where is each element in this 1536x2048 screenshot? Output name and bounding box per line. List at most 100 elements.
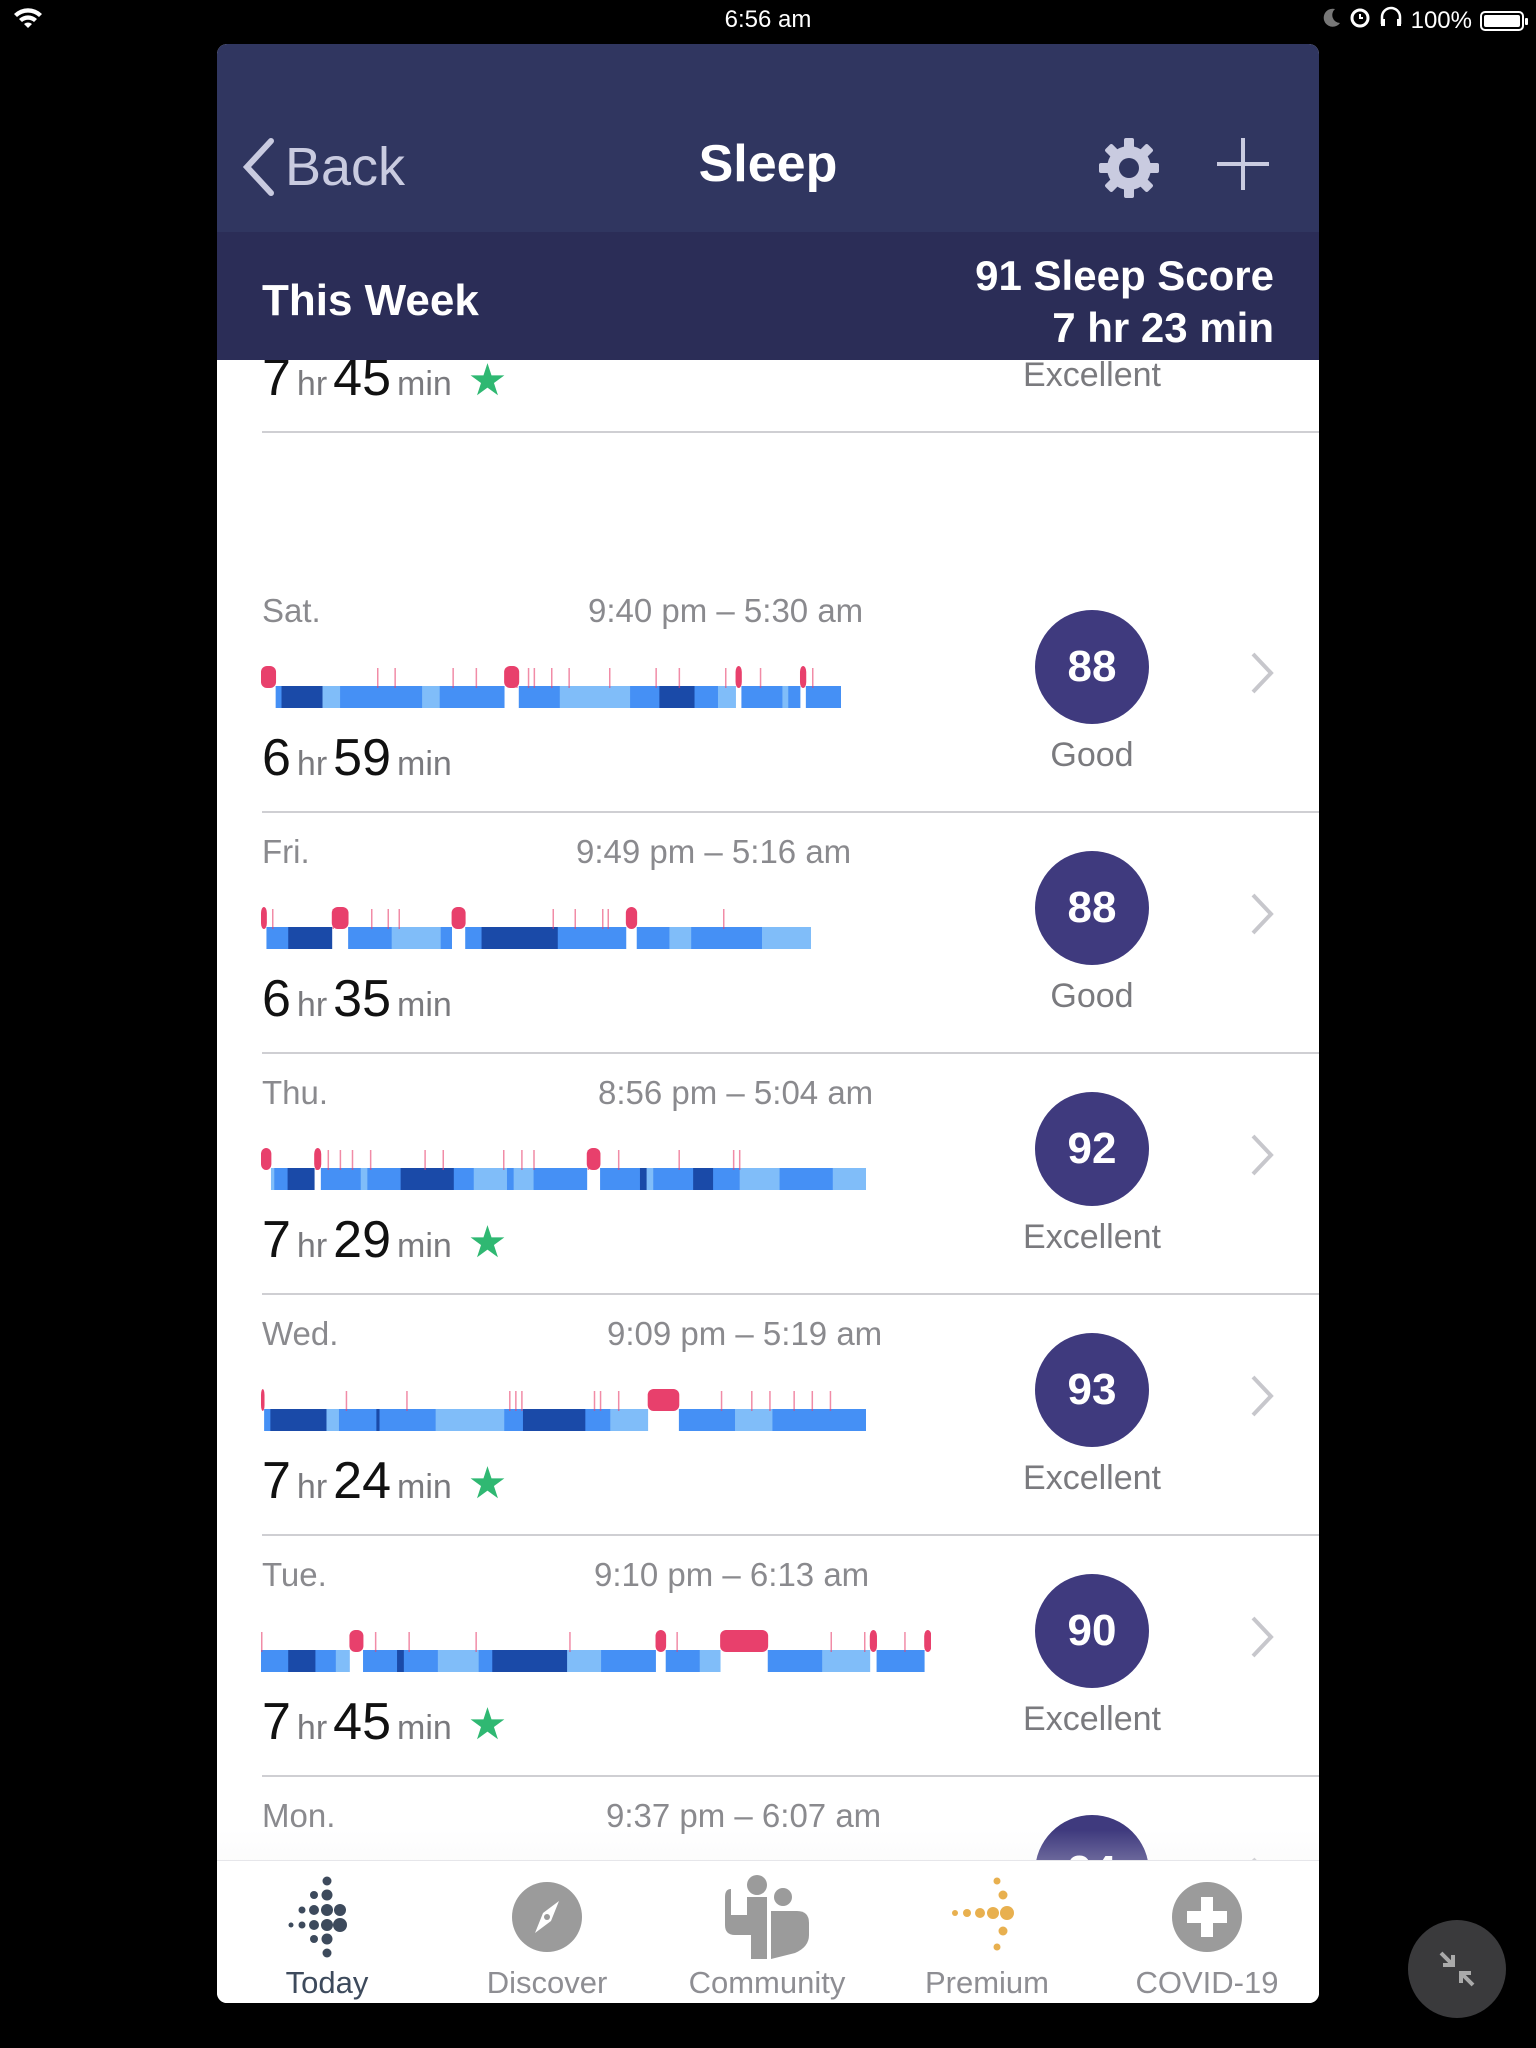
sleep-log-row[interactable]: Tue. 9:10 pm – 6:13 am 7 hr 45 min ★ 90 Excellen… xyxy=(217,1536,1319,1777)
chevron-right-icon xyxy=(1251,652,1274,694)
stage-segment-rem xyxy=(832,1168,866,1190)
tab-discover[interactable]: Discover xyxy=(437,1861,657,2003)
sleep-score-badge: 88 xyxy=(1035,610,1149,724)
sleep-score-badge: 88 xyxy=(1035,851,1149,965)
sleep-stages-bar xyxy=(261,666,841,708)
medical-cross-icon xyxy=(1097,1875,1317,1959)
sleep-log-row[interactable]: Thu. 8:56 pm – 5:04 am 7 hr 29 min ★ 92 Excellen… xyxy=(217,1054,1319,1295)
sleep-log-row[interactable]: Wed. 9:09 pm – 5:19 am 7 hr 24 min ★ 93 Excellen… xyxy=(217,1295,1319,1536)
moon-icon xyxy=(1323,7,1341,35)
time-range: 9:09 pm – 5:19 am xyxy=(607,1315,883,1352)
awake-tick xyxy=(408,1632,410,1652)
sleep-duration: 7 hr 45 min ★ xyxy=(262,1692,507,1752)
stage-segment-deep xyxy=(397,1650,405,1672)
score-rating: Excellent xyxy=(1023,1459,1161,1497)
back-button[interactable]: Back xyxy=(241,136,405,198)
awake-tick xyxy=(829,1391,832,1411)
status-bar: 6:56 am 100% xyxy=(0,0,1536,44)
sleep-log-row[interactable]: Fri. 9:49 pm – 5:16 am 6 hr 35 min 88 Good xyxy=(217,813,1319,1054)
stage-segment-light xyxy=(338,1409,377,1431)
awake-tick xyxy=(864,1632,866,1652)
duration-minutes: 59 xyxy=(333,729,391,787)
stage-segment-awake xyxy=(869,1630,877,1652)
awake-tick xyxy=(759,668,762,688)
sleep-log-list[interactable]: 7hr45min★93ExcellentSat.9:40 pm – 5:30 a… xyxy=(217,360,1319,1904)
stage-segment-rem xyxy=(473,1168,508,1190)
period-label: This Week xyxy=(262,276,479,325)
stage-segment-awake xyxy=(261,1148,272,1170)
weekly-sleep-score: 91 Sleep Score xyxy=(975,252,1274,299)
stage-segment-awake xyxy=(735,666,742,688)
awake-tick xyxy=(599,1391,602,1411)
duration-minutes: 24 xyxy=(333,1452,391,1510)
awake-tick xyxy=(587,1150,590,1170)
row-divider xyxy=(262,431,1319,433)
awake-tick xyxy=(424,1150,426,1170)
stage-segment-awake xyxy=(261,907,267,929)
stage-segment-light xyxy=(315,1650,337,1672)
gear-icon[interactable] xyxy=(1097,136,1161,205)
stage-segment-light xyxy=(585,1409,611,1431)
tab-label: COVID-19 xyxy=(1135,1965,1279,2000)
plus-icon[interactable] xyxy=(1215,136,1271,197)
stage-segment-light xyxy=(465,927,482,949)
awake-tick xyxy=(533,668,536,688)
stage-segment-rem xyxy=(761,927,811,949)
awake-tick xyxy=(515,1391,517,1411)
score-rating: Excellent xyxy=(1023,360,1161,394)
sleep-log-row[interactable]: 7hr45min★93Excellent xyxy=(217,360,1319,433)
awake-tick xyxy=(602,909,604,929)
stage-segment-deep xyxy=(281,686,300,708)
tab-today[interactable]: Today xyxy=(217,1861,437,2003)
collapse-button[interactable] xyxy=(1408,1920,1506,2018)
stage-segment-light xyxy=(630,686,660,708)
score-rating: Excellent xyxy=(1023,1218,1161,1256)
stage-segment-awake xyxy=(924,1630,931,1652)
sleep-duration: 7 hr 29 min ★ xyxy=(262,1210,507,1270)
awake-tick xyxy=(593,1391,596,1411)
awake-tick xyxy=(751,1391,753,1411)
chevron-right-icon xyxy=(1251,1375,1274,1417)
stage-segment-light xyxy=(533,1168,588,1190)
sleep-stages-bar xyxy=(261,1389,866,1431)
hours-unit: hr xyxy=(296,1468,328,1506)
hours-unit: hr xyxy=(296,986,328,1024)
tab-covid-19[interactable]: COVID-19 xyxy=(1097,1861,1317,2003)
awake-tick xyxy=(678,1150,680,1170)
hours-unit: hr xyxy=(296,365,328,403)
stage-segment-awake xyxy=(799,666,807,688)
stage-segment-awake xyxy=(261,1389,265,1411)
sleep-stages-bar xyxy=(261,1630,931,1672)
stage-segment-rem xyxy=(335,1650,350,1672)
awake-tick xyxy=(793,1391,795,1411)
stage-segment-rem xyxy=(513,1168,534,1190)
goal-star-icon: ★ xyxy=(467,360,508,405)
duration-minutes: 35 xyxy=(333,970,391,1028)
stage-segment-rem xyxy=(717,686,736,708)
stage-segment-light xyxy=(274,1168,288,1190)
hours-unit: hr xyxy=(296,1709,328,1747)
awake-tick xyxy=(607,909,609,929)
sleep-duration: 6 hr 59 min xyxy=(262,728,458,788)
awake-tick xyxy=(574,909,576,929)
stage-segment-rem xyxy=(270,1168,275,1190)
duration-minutes: 45 xyxy=(333,1693,391,1751)
tab-label: Premium xyxy=(924,1965,1049,2000)
chevron-right-icon xyxy=(1251,1134,1274,1176)
awake-tick xyxy=(723,909,725,929)
minutes-unit: min xyxy=(397,986,452,1024)
tab-premium[interactable]: Premium xyxy=(877,1861,1097,2003)
minutes-unit: min xyxy=(397,365,452,403)
goal-star-icon: ★ xyxy=(467,1700,508,1749)
chevron-right-icon xyxy=(1251,1616,1274,1658)
tab-community[interactable]: Community xyxy=(657,1861,877,2003)
time-range: 9:10 pm – 6:13 am xyxy=(594,1556,870,1593)
stage-segment-light xyxy=(275,686,282,708)
stage-segment-light xyxy=(320,1168,362,1190)
time-range: 9:49 pm – 5:16 am xyxy=(576,833,852,870)
awake-tick xyxy=(655,668,657,688)
stage-segment-light xyxy=(348,927,393,949)
chevron-left-icon xyxy=(242,138,274,196)
sleep-log-row[interactable]: Sat. 9:40 pm – 5:30 am 6 hr 59 min 88 Good xyxy=(217,572,1319,813)
awake-tick xyxy=(369,1150,372,1170)
